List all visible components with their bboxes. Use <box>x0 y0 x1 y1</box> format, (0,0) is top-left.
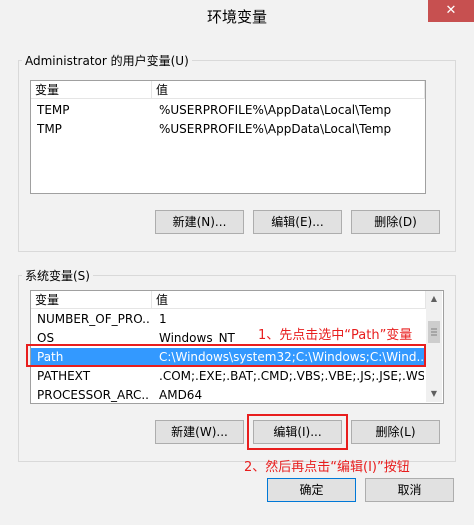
vertical-scrollbar[interactable]: ▲ ▼ <box>426 291 442 402</box>
scroll-thumb-grip-icon <box>431 328 437 336</box>
system-variables-label: 系统变量(S) <box>22 267 93 284</box>
column-header-value[interactable]: 值 <box>152 81 425 99</box>
system-new-button[interactable]: 新建(W)... <box>155 420 244 444</box>
row-variable-value: %USERPROFILE%\AppData\Local\Temp <box>159 103 392 117</box>
annotation-step2: 2、然后再点击“编辑(I)”按钮 <box>244 460 410 475</box>
user-variables-list[interactable]: 变量 值 TEMP %USERPROFILE%\AppData\Local\Te… <box>30 80 426 194</box>
user-new-button[interactable]: 新建(N)... <box>155 210 244 234</box>
scroll-up-arrow-icon[interactable]: ▲ <box>426 291 442 307</box>
window-title: 环境变量 <box>206 8 267 26</box>
cancel-button[interactable]: 取消 <box>365 478 454 502</box>
table-row[interactable]: PATHEXT .COM;.EXE;.BAT;.CMD;.VBS;.VBE;.J… <box>31 367 426 386</box>
row-variable-name: PROCESSOR_ARC... <box>37 388 149 402</box>
row-variable-value: %USERPROFILE%\AppData\Local\Temp <box>159 122 392 136</box>
row-variable-name: NUMBER_OF_PRO... <box>37 312 149 326</box>
row-variable-name: TEMP <box>37 103 70 117</box>
column-header-value[interactable]: 值 <box>152 291 426 309</box>
system-delete-button[interactable]: 删除(L) <box>351 420 440 444</box>
column-header-variable[interactable]: 变量 <box>31 291 152 309</box>
close-icon: ✕ <box>445 3 457 18</box>
title-bar: 环境变量 ✕ <box>0 0 474 34</box>
row-variable-value: AMD64 <box>159 388 203 402</box>
table-row[interactable]: TMP %USERPROFILE%\AppData\Local\Temp <box>31 120 425 139</box>
user-edit-button[interactable]: 编辑(E)... <box>253 210 342 234</box>
table-row[interactable]: TEMP %USERPROFILE%\AppData\Local\Temp <box>31 101 425 120</box>
environment-variables-dialog: 环境变量 ✕ Administrator 的用户变量(U) 变量 值 TEMP … <box>0 0 474 525</box>
row-variable-name: TMP <box>37 122 62 136</box>
scroll-down-arrow-icon[interactable]: ▼ <box>426 386 442 402</box>
table-row[interactable]: PROCESSOR_ARC... AMD64 <box>31 386 426 403</box>
user-variables-label: Administrator 的用户变量(U) <box>22 52 192 69</box>
annotation-box-edit-button <box>247 414 348 450</box>
close-button[interactable]: ✕ <box>428 0 474 22</box>
row-variable-value: .COM;.EXE;.BAT;.CMD;.VBS;.VBE;.JS;.JSE;.… <box>159 369 424 383</box>
ok-button[interactable]: 确定 <box>267 478 356 502</box>
row-variable-name: PATHEXT <box>37 369 91 383</box>
annotation-step1: 1、先点击选中“Path”变量 <box>258 328 413 343</box>
annotation-box-path-row <box>26 344 426 367</box>
scroll-thumb[interactable] <box>428 321 440 343</box>
column-header-variable[interactable]: 变量 <box>31 81 152 99</box>
user-delete-button[interactable]: 删除(D) <box>351 210 440 234</box>
